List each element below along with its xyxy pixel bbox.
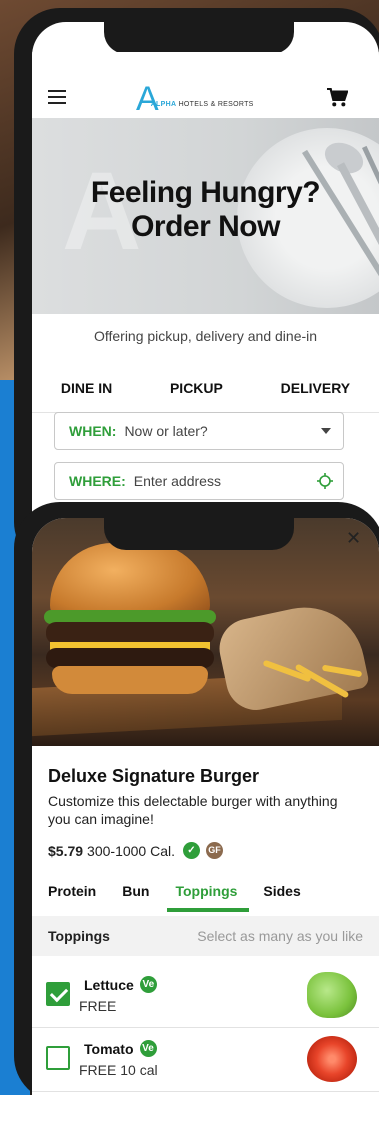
location-target-icon[interactable] <box>317 473 333 489</box>
tab-pickup[interactable]: PICKUP <box>170 380 223 396</box>
when-select[interactable]: WHEN: Now or later? <box>54 412 344 450</box>
cart-icon[interactable] <box>326 88 348 108</box>
tab-dine-in[interactable]: DINE IN <box>61 380 112 396</box>
menu-icon[interactable] <box>48 90 66 104</box>
when-value: Now or later? <box>124 423 208 439</box>
list-item[interactable]: Tomato Ve FREE 10 cal <box>32 1030 379 1092</box>
item-price: FREE <box>79 998 117 1014</box>
price-row: $5.79 300-1000 Cal. ✓ GF <box>48 842 223 859</box>
vegan-badge: Ve <box>139 976 157 993</box>
product-screen: Deluxe Signature Burger Customize this d… <box>32 518 379 1095</box>
list-item[interactable]: Lettuce Ve FREE <box>32 966 379 1028</box>
chevron-down-icon <box>321 428 331 434</box>
burger-bun-bottom <box>52 666 208 694</box>
tab-sides[interactable]: Sides <box>263 883 300 899</box>
section-header: Toppings Select as many as you like <box>32 916 379 956</box>
tab-delivery[interactable]: DELIVERY <box>281 380 351 396</box>
checkbox[interactable] <box>46 1046 70 1070</box>
close-icon[interactable]: ✕ <box>346 528 361 549</box>
hero-title: Feeling Hungry? Order Now <box>90 176 321 243</box>
product-tabs: Protein Bun Toppings Sides <box>48 883 327 899</box>
lettuce-image <box>307 972 357 1018</box>
item-name: Tomato Ve <box>84 1040 157 1057</box>
product-price: $5.79 <box>48 842 84 859</box>
check-badge-icon: ✓ <box>183 842 200 859</box>
order-type-tabs: DINE IN PICKUP DELIVERY <box>32 380 379 396</box>
tab-toppings[interactable]: Toppings <box>175 883 237 899</box>
burger-image <box>32 518 379 746</box>
section-title: Toppings <box>48 928 110 944</box>
top-bar: A ALPHA HOTELS & RESORTS <box>32 52 379 118</box>
gluten-free-badge: GF <box>206 842 223 859</box>
active-tab-indicator <box>167 908 249 912</box>
order-subtitle: Offering pickup, delivery and dine-in <box>93 328 318 344</box>
logo-mark: A <box>136 80 159 118</box>
order-screen: A ALPHA HOTELS & RESORTS A Feeling Hungr… <box>32 22 379 542</box>
brand-logo[interactable]: A ALPHA HOTELS & RESORTS <box>136 82 254 116</box>
item-price: FREE 10 cal <box>79 1062 158 1078</box>
page-footer-area <box>0 1095 379 1127</box>
hero-banner: A Feeling Hungry? Order Now <box>32 118 379 314</box>
fries-bag <box>213 596 371 716</box>
burger-patty <box>46 622 214 644</box>
tab-bun[interactable]: Bun <box>122 883 149 899</box>
logo-text: ALPHA HOTELS & RESORTS <box>150 101 254 108</box>
checkbox[interactable] <box>46 982 70 1006</box>
tab-protein[interactable]: Protein <box>48 883 96 899</box>
burger-patty <box>46 648 214 668</box>
product-description: Customize this delectable burger with an… <box>48 793 338 827</box>
phone-notch <box>104 518 294 550</box>
tomato-image <box>307 1036 357 1082</box>
when-label: WHEN: <box>69 423 117 439</box>
where-placeholder: Enter address <box>133 473 221 489</box>
section-hint: Select as many as you like <box>197 928 363 944</box>
product-calories: 300-1000 Cal. <box>87 842 175 859</box>
vegan-badge: Ve <box>139 1040 157 1057</box>
where-input[interactable]: WHERE: Enter address <box>54 462 344 500</box>
item-name: Lettuce Ve <box>84 976 157 993</box>
phone-notch <box>104 22 294 54</box>
product-title: Deluxe Signature Burger <box>48 766 260 786</box>
where-label: WHERE: <box>69 473 126 489</box>
